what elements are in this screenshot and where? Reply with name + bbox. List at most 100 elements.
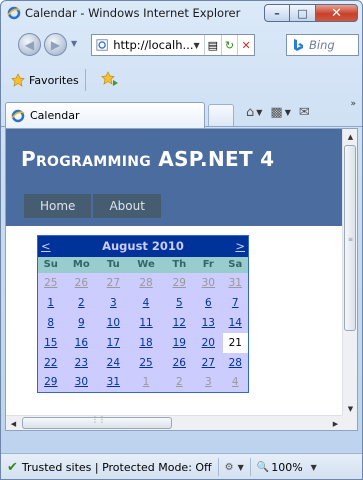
back-button[interactable]: ◀ xyxy=(18,33,41,56)
next-month-link[interactable]: > xyxy=(222,235,249,257)
favorites-button[interactable]: Favorites xyxy=(5,69,86,91)
title-bar[interactable]: Calendar - Windows Internet Explorer – □… xyxy=(1,1,362,25)
calendar-day[interactable]: 3 xyxy=(99,292,128,313)
calendar-day[interactable]: 25 xyxy=(37,272,64,293)
previous-month-link[interactable]: < xyxy=(37,235,64,257)
calendar-day[interactable]: 7 xyxy=(222,292,249,313)
calendar-day[interactable]: 3 xyxy=(194,372,223,393)
read-mail-icon[interactable]: ✉ xyxy=(299,105,310,120)
grip-icon: ≡ xyxy=(348,236,354,243)
feeds-icon[interactable]: ▩ xyxy=(270,105,282,120)
search-box[interactable]: Bing xyxy=(286,34,359,56)
stop-icon[interactable]: ✕ xyxy=(237,35,254,55)
calendar-day[interactable]: 15 xyxy=(37,332,64,353)
calendar-day[interactable]: 9 xyxy=(63,312,100,333)
compatibility-view-icon[interactable]: ▤ xyxy=(203,35,221,55)
maximize-icon: □ xyxy=(297,6,308,20)
calendar-day[interactable]: 17 xyxy=(99,332,128,353)
calendar-day[interactable]: 28 xyxy=(127,272,165,293)
calendar-day[interactable]: 26 xyxy=(63,272,100,293)
calendar-day[interactable]: 18 xyxy=(127,332,165,353)
calendar-day[interactable]: 8 xyxy=(37,312,64,333)
calendar-day[interactable]: 2 xyxy=(63,292,100,313)
calendar-day[interactable]: 24 xyxy=(99,352,128,373)
vertical-scroll-thumb[interactable]: ≡ xyxy=(344,145,356,331)
maximize-button[interactable]: □ xyxy=(290,4,316,22)
calendar-day[interactable]: 6 xyxy=(194,292,223,313)
calendar-day[interactable]: 20 xyxy=(194,332,223,353)
address-dropdown-icon[interactable]: ▼ xyxy=(193,41,203,50)
favorites-bar: Favorites xyxy=(1,65,362,95)
calendar-week-row: 29 30 31 1 2 3 4 xyxy=(37,372,249,393)
calendar-day[interactable]: 16 xyxy=(63,332,100,353)
scroll-left-icon[interactable]: ◀ xyxy=(6,416,21,430)
calendar-day[interactable]: 5 xyxy=(164,292,195,313)
calendar-day[interactable]: 23 xyxy=(63,352,100,373)
recent-pages-dropdown-icon[interactable]: ▼ xyxy=(71,39,77,48)
tab-calendar[interactable]: Calendar xyxy=(5,102,205,128)
calendar-day[interactable]: 30 xyxy=(194,272,223,293)
browser-window: Calendar - Windows Internet Explorer – □… xyxy=(0,0,363,480)
calendar-day[interactable]: 27 xyxy=(194,352,223,373)
menu-item-about[interactable]: About xyxy=(92,193,162,219)
menu-item-home[interactable]: Home xyxy=(23,193,93,219)
calendar-day[interactable]: 14 xyxy=(222,312,249,333)
calendar-day[interactable]: 26 xyxy=(164,352,195,373)
scroll-up-icon[interactable]: ▲ xyxy=(343,129,357,144)
home-dropdown-icon[interactable]: ▼ xyxy=(256,108,262,117)
calendar-week-row: 1234567 xyxy=(37,292,249,313)
zoom-icon[interactable]: 🔍 xyxy=(257,462,269,473)
vertical-scrollbar[interactable]: ▲ ≡ ▼ xyxy=(342,129,357,416)
bing-icon xyxy=(294,39,303,51)
calendar-day[interactable]: 4 xyxy=(127,292,165,313)
day-header: Mo xyxy=(63,256,100,273)
zoom-level[interactable]: 100% xyxy=(271,461,302,474)
calendar-day[interactable]: 27 xyxy=(99,272,128,293)
calendar: < August 2010 > Su Mo Tu We Th Fr Sa 25 2… xyxy=(37,235,249,393)
calendar-day[interactable]: 25 xyxy=(127,352,165,373)
calendar-day[interactable]: 10 xyxy=(99,312,128,333)
feeds-dropdown-icon[interactable]: ▼ xyxy=(285,108,291,117)
calendar-day[interactable]: 2 xyxy=(164,372,195,393)
calendar-day[interactable]: 31 xyxy=(99,372,128,393)
calendar-day[interactable]: 13 xyxy=(194,312,223,333)
zoom-dropdown-icon[interactable]: ▼ xyxy=(311,463,317,472)
star-icon xyxy=(11,73,25,87)
horizontal-scroll-thumb[interactable]: ⋮⋮ xyxy=(22,415,172,429)
day-header: Fr xyxy=(194,256,223,273)
calendar-day[interactable]: 22 xyxy=(37,352,64,373)
calendar-day[interactable]: 30 xyxy=(63,372,100,393)
security-dropdown-icon[interactable]: ▼ xyxy=(238,463,244,472)
address-bar[interactable]: http://localh... ▼ ▤ ↻ ✕ xyxy=(91,34,255,56)
calendar-day[interactable]: 4 xyxy=(222,372,249,393)
calendar-day[interactable]: 1 xyxy=(127,372,165,393)
forward-button[interactable]: ▶ xyxy=(44,33,67,56)
scroll-right-icon[interactable]: ▶ xyxy=(328,416,343,430)
close-button[interactable]: ✕ xyxy=(316,4,358,22)
calendar-day-header-row: Su Mo Tu We Th Fr Sa xyxy=(37,256,249,273)
calendar-week-row: 8 9 10 11 12 13 14 xyxy=(37,312,249,333)
back-arrow-icon: ◀ xyxy=(24,37,35,52)
calendar-day[interactable]: 19 xyxy=(164,332,195,353)
calendar-day[interactable]: 1 xyxy=(37,292,64,313)
calendar-day[interactable]: 29 xyxy=(164,272,195,293)
calendar-day[interactable]: 28 xyxy=(222,352,249,373)
calendar-day[interactable]: 31 xyxy=(222,272,249,293)
more-tools-chevron-icon[interactable]: » xyxy=(350,99,356,109)
search-input[interactable]: Bing xyxy=(309,38,335,52)
scroll-down-icon[interactable]: ▼ xyxy=(343,401,357,416)
refresh-icon[interactable]: ↻ xyxy=(220,35,238,55)
calendar-day[interactable]: 12 xyxy=(164,312,195,333)
status-zone-text[interactable]: Trusted sites | Protected Mode: Off xyxy=(22,461,212,474)
security-icon[interactable]: ⚙ xyxy=(225,462,234,473)
new-tab-button[interactable] xyxy=(208,104,234,126)
calendar-day[interactable]: 29 xyxy=(37,372,64,393)
address-input[interactable]: http://localh... xyxy=(113,38,193,52)
add-to-favorites-icon[interactable] xyxy=(101,71,119,87)
calendar-week-row: 25 26 27 28 29 30 31 xyxy=(37,272,249,293)
home-icon[interactable]: ⌂ xyxy=(246,105,254,120)
horizontal-scrollbar[interactable]: ◀ ⋮⋮ ▶ xyxy=(6,415,343,430)
day-header: Th xyxy=(164,256,195,273)
minimize-button[interactable]: – xyxy=(264,4,290,22)
calendar-day[interactable]: 11 xyxy=(127,312,165,333)
